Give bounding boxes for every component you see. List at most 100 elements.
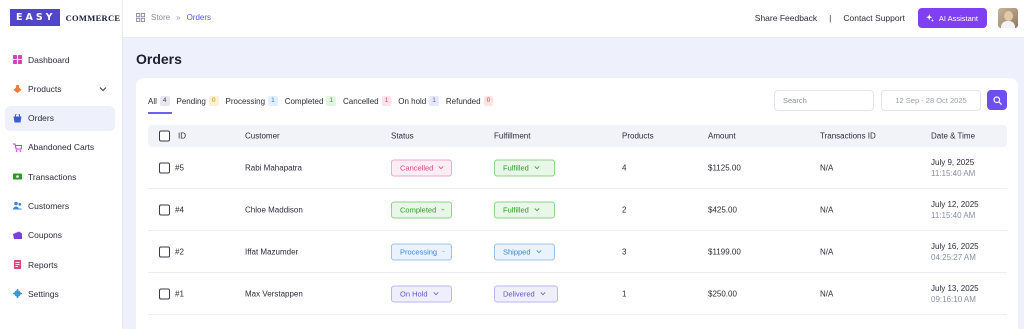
header-actions: Share Feedback | Contact Support AI Assi… — [755, 7, 1018, 29]
table-row[interactable]: #4 Chloe Maddison Completed Fulfilled 2 $425.… — [148, 189, 1007, 231]
order-id[interactable]: #4 — [175, 205, 184, 214]
row-checkbox[interactable] — [159, 162, 170, 173]
fulfillment-dropdown[interactable]: Fulfilled — [494, 159, 555, 176]
chevron-down-icon — [442, 250, 445, 253]
status-dropdown[interactable]: Processing — [391, 243, 452, 260]
tab-all[interactable]: All 4 — [148, 96, 170, 106]
search-button[interactable] — [987, 90, 1007, 110]
status-value: Completed — [400, 205, 437, 214]
tab-label: Completed — [284, 96, 324, 106]
column-header-transactions-id[interactable]: Transactions ID — [820, 132, 876, 141]
date-time: July 16, 2025 04:25:27 AM — [931, 241, 979, 263]
chevron-down-icon — [441, 208, 445, 211]
sidebar-item-customers[interactable]: Customers — [5, 193, 115, 218]
order-time: 09:16:10 AM — [931, 294, 976, 304]
coupons-icon — [13, 231, 22, 239]
column-header-amount[interactable]: Amount — [708, 132, 736, 141]
search-input[interactable] — [774, 90, 874, 111]
fulfillment-value: Fulfilled — [503, 205, 529, 214]
tab-count-badge: 0 — [483, 96, 494, 106]
status-dropdown[interactable]: Cancelled — [391, 159, 452, 176]
sidebar-item-label: Abandoned Carts — [28, 142, 95, 153]
search-icon — [992, 95, 1002, 105]
order-id[interactable]: #5 — [175, 163, 184, 172]
fulfillment-dropdown[interactable]: Fulfilled — [494, 201, 555, 218]
amount: $425.00 — [708, 205, 737, 214]
fulfillment-dropdown[interactable]: Shipped — [494, 243, 555, 260]
breadcrumb: Store » Orders — [136, 13, 211, 22]
amount: $1125.00 — [708, 163, 741, 172]
tab-on-hold[interactable]: On hold 1 — [398, 96, 439, 106]
tab-completed[interactable]: Completed 1 — [284, 96, 337, 106]
sidebar-item-products[interactable]: Products — [5, 76, 115, 101]
fulfillment-value: Shipped — [503, 247, 531, 256]
sidebar-item-abandoned-carts[interactable]: Abandoned Carts — [5, 135, 115, 160]
sidebar-item-label: Coupons — [28, 230, 63, 241]
products-count: 3 — [622, 247, 627, 256]
sidebar-item-reports[interactable]: Reports — [5, 252, 115, 277]
tab-refunded[interactable]: Refunded 0 — [446, 96, 494, 106]
table-row[interactable]: #1 Max Verstappen On Hold Delivered 1 $250.00… — [148, 273, 1007, 315]
column-header-date-time[interactable]: Date & Time — [931, 132, 975, 141]
products-count: 1 — [622, 289, 627, 298]
page-title: Orders — [136, 51, 182, 67]
sidebar: EASY COMMERCE Dashboard Products Orders Aba… — [0, 0, 123, 329]
cart-icon — [13, 143, 22, 152]
sidebar-item-label: Products — [28, 83, 62, 94]
order-id[interactable]: #1 — [175, 289, 184, 298]
tab-label: Cancelled — [343, 96, 379, 106]
ai-assistant-button[interactable]: AI Assistant — [917, 8, 987, 28]
status-dropdown[interactable]: On Hold — [391, 285, 452, 302]
table-body: #5 Rabi Mahapatra Cancelled Fulfilled 4 $1125… — [148, 147, 1007, 315]
status-value: On Hold — [400, 289, 428, 298]
fulfillment-dropdown[interactable]: Delivered — [494, 285, 558, 302]
order-id[interactable]: #2 — [175, 247, 184, 256]
tab-cancelled[interactable]: Cancelled 1 — [343, 96, 392, 106]
column-header-fulfillment[interactable]: Fulfillment — [494, 132, 530, 141]
sidebar-item-orders[interactable]: Orders — [5, 105, 115, 131]
sidebar-item-settings[interactable]: Settings — [5, 281, 115, 306]
column-header-products[interactable]: Products — [622, 132, 654, 141]
sidebar-item-dashboard[interactable]: Dashboard — [5, 47, 115, 72]
products-count: 4 — [622, 163, 627, 172]
sidebar-item-label: Customers — [28, 200, 70, 211]
table-row[interactable]: #2 Iffat Mazumder Processing Shipped 3 $1199.… — [148, 231, 1007, 273]
order-time: 04:25:27 AM — [931, 252, 976, 262]
chevron-down-icon[interactable] — [99, 85, 107, 93]
header-divider: | — [829, 13, 832, 23]
fulfillment-value: Fulfilled — [503, 163, 529, 172]
avatar[interactable] — [998, 8, 1018, 28]
tab-pending[interactable]: Pending 0 — [177, 96, 219, 106]
share-feedback-link[interactable]: Share Feedback — [755, 13, 817, 23]
customers-icon — [13, 202, 22, 210]
chevron-down-icon — [540, 292, 546, 296]
breadcrumb-current: Orders — [186, 13, 212, 22]
table-row[interactable]: #5 Rabi Mahapatra Cancelled Fulfilled 4 $1125… — [148, 147, 1007, 189]
status-dropdown[interactable]: Completed — [391, 201, 452, 218]
row-checkbox[interactable] — [159, 246, 170, 257]
transaction-id: N/A — [820, 247, 834, 256]
transaction-id: N/A — [820, 289, 834, 298]
sidebar-item-label: Settings — [28, 288, 59, 299]
select-all-checkbox[interactable] — [159, 130, 170, 142]
column-header-customer[interactable]: Customer — [245, 132, 280, 141]
status-value: Cancelled — [400, 163, 434, 172]
column-header-id[interactable]: ID — [178, 132, 186, 141]
row-checkbox[interactable] — [159, 288, 170, 299]
chevron-down-icon — [438, 166, 444, 170]
table-header: ID Customer Status Fulfillment Products … — [148, 125, 1007, 147]
column-header-status[interactable]: Status — [391, 132, 414, 141]
row-checkbox[interactable] — [159, 204, 170, 215]
tab-processing[interactable]: Processing 1 — [226, 96, 278, 106]
contact-support-link[interactable]: Contact Support — [843, 13, 904, 23]
active-tab-indicator — [148, 112, 172, 114]
logo[interactable]: EASY COMMERCE — [10, 9, 120, 26]
breadcrumb-store[interactable]: Store — [151, 13, 170, 22]
tab-count-badge: 1 — [429, 96, 439, 106]
date-range-picker[interactable]: 12 Sep - 28 Oct 2025 — [881, 90, 981, 111]
sidebar-item-coupons[interactable]: Coupons — [5, 223, 115, 248]
amount: $250.00 — [708, 289, 737, 298]
sidebar-item-transactions[interactable]: Transactions — [5, 164, 115, 189]
products-icon — [13, 85, 22, 94]
logo-box: EASY — [10, 9, 60, 26]
